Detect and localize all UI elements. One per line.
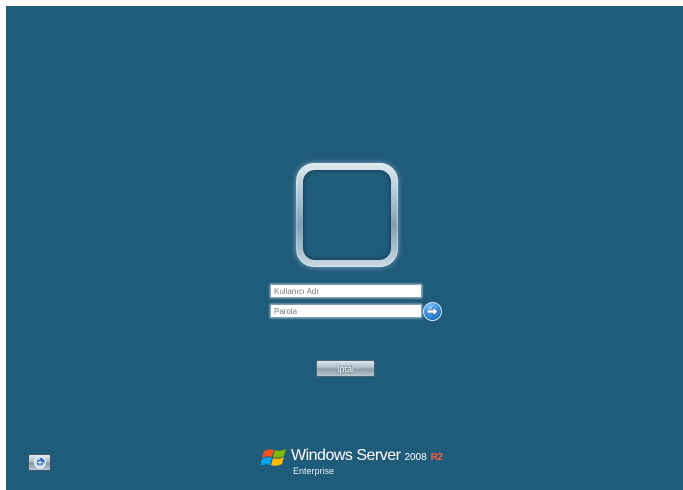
brand-edition: Enterprise xyxy=(293,466,335,476)
brand-product-text: Windows Server xyxy=(291,447,401,464)
user-picture-placeholder xyxy=(303,170,391,260)
windows-branding: Windows Server 2008 R2 Enterprise xyxy=(261,445,451,481)
brand-product-name: Windows Server 2008 R2 xyxy=(291,447,443,465)
user-picture-frame xyxy=(296,163,398,267)
cancel-button[interactable]: İptal xyxy=(316,360,375,377)
ease-of-access-button[interactable] xyxy=(28,454,51,471)
brand-release: R2 xyxy=(430,452,443,463)
logon-screen: İptal Windows Server 2008 R2 Enterprise xyxy=(6,6,683,490)
brand-version: 2008 xyxy=(404,452,427,463)
ease-of-access-icon xyxy=(33,456,46,469)
windows-flag-logo xyxy=(261,449,286,466)
username-field[interactable] xyxy=(270,284,422,298)
arrow-right-icon xyxy=(426,306,439,317)
submit-arrow-button[interactable] xyxy=(423,302,442,321)
password-field[interactable] xyxy=(270,304,422,318)
